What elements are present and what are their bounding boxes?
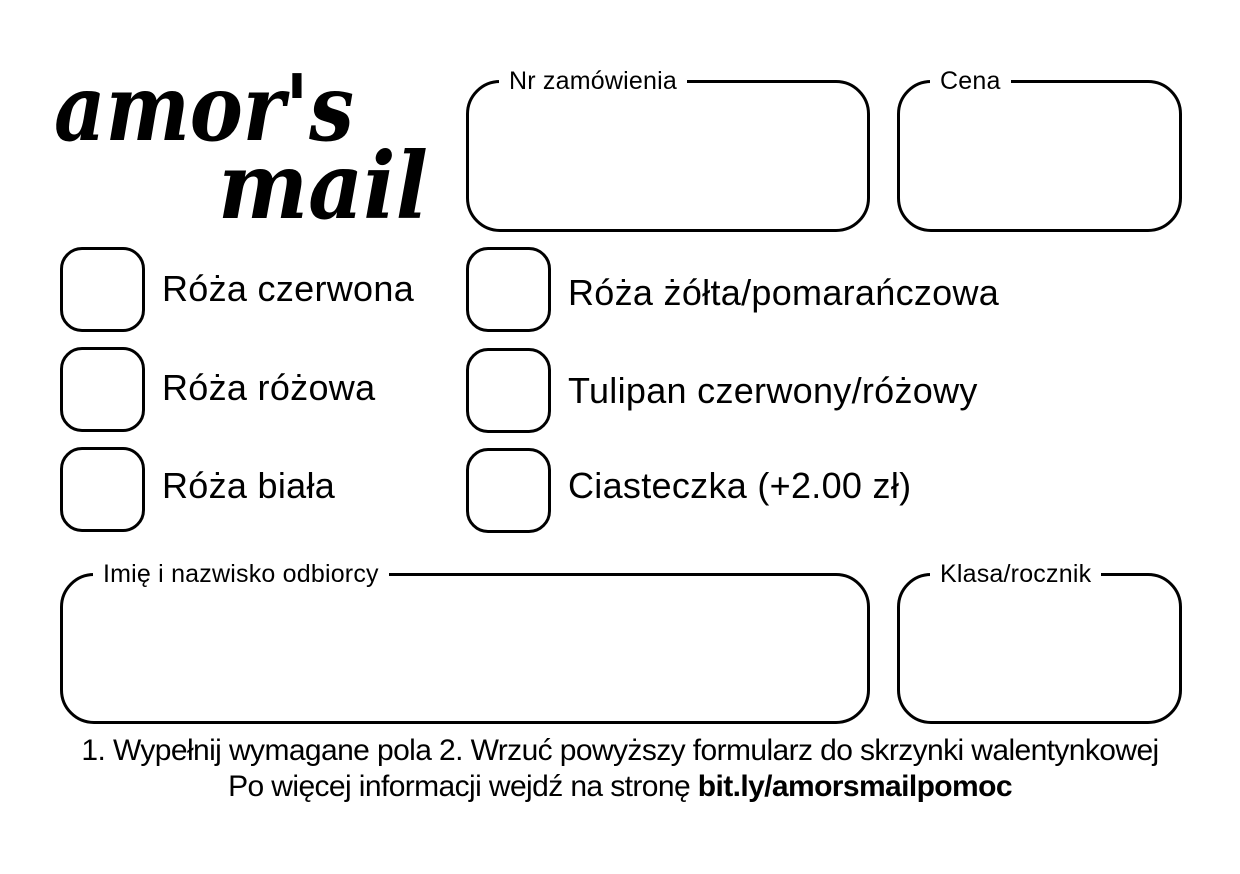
class-year-field[interactable]: Klasa/rocznik — [897, 560, 1182, 724]
class-year-label: Klasa/rocznik — [930, 560, 1102, 588]
checkbox-tulipan[interactable] — [466, 348, 551, 433]
instructions-line: 1. Wypełnij wymagane pola 2. Wrzuć powyż… — [81, 734, 1159, 767]
recipient-name-label: Imię i nazwisko odbiorcy — [93, 560, 389, 588]
amors-mail-logo: amor's mail — [54, 54, 428, 228]
price-field[interactable]: Cena — [897, 67, 1182, 232]
logo-line-2: mail — [218, 132, 428, 228]
option-label-roza-zolta: Róża żółta/pomarańczowa — [568, 272, 1000, 313]
checkbox-roza-biala[interactable] — [60, 447, 145, 532]
class-year-value — [930, 612, 1149, 642]
option-label-roza-biala: Róża biała — [162, 465, 336, 506]
checkbox-ciasteczka[interactable] — [466, 448, 551, 533]
instructions-text: 1. Wypełnij wymagane pola 2. Wrzuć powyż… — [0, 733, 1240, 769]
recipient-name-value — [93, 612, 837, 642]
help-link[interactable]: bit.ly/amorsmailpomoc — [698, 770, 1013, 803]
more-info-prefix: Po więcej informacji wejdź na stronę — [228, 770, 698, 803]
option-label-tulipan: Tulipan czerwony/różowy — [568, 370, 978, 411]
order-number-value — [499, 119, 837, 149]
recipient-name-field[interactable]: Imię i nazwisko odbiorcy — [60, 560, 870, 724]
more-info-text: Po więcej informacji wejdź na stronę bit… — [0, 769, 1240, 805]
option-label-roza-czerwona: Róża czerwona — [162, 268, 415, 309]
option-label-roza-rozowa: Róża różowa — [162, 367, 376, 408]
checkbox-roza-rozowa[interactable] — [60, 347, 145, 432]
order-number-field[interactable]: Nr zamówienia — [466, 67, 870, 232]
checkbox-roza-czerwona[interactable] — [60, 247, 145, 332]
order-number-label: Nr zamówienia — [499, 67, 687, 95]
option-label-ciasteczka: Ciasteczka (+2.00 zł) — [568, 465, 912, 506]
price-value — [930, 119, 1149, 149]
checkbox-roza-zolta[interactable] — [466, 247, 551, 332]
price-label: Cena — [930, 67, 1011, 95]
